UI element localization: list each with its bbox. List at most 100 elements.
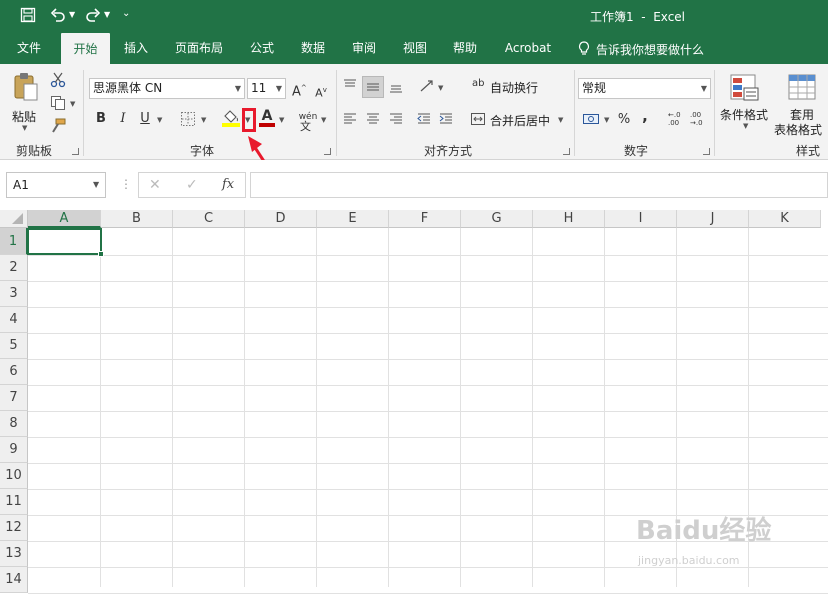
paste-button[interactable]: 粘贴 ▼	[8, 70, 44, 132]
column-header-b[interactable]: B	[101, 210, 173, 228]
align-middle-icon[interactable]	[362, 76, 384, 98]
name-box[interactable]: A1 ▼	[6, 172, 106, 198]
align-top-icon[interactable]	[342, 78, 358, 94]
redo-icon[interactable]	[85, 7, 101, 23]
increase-indent-icon[interactable]	[438, 111, 454, 127]
tab-review[interactable]: 审阅	[344, 32, 384, 64]
phonetic-guide-icon[interactable]: wén 文	[298, 108, 318, 133]
align-bottom-icon[interactable]	[388, 78, 404, 94]
align-left-icon[interactable]	[342, 111, 358, 127]
row-header-13[interactable]: 13	[0, 541, 28, 567]
orientation-icon[interactable]	[418, 78, 436, 94]
column-header-e[interactable]: E	[317, 210, 389, 228]
selected-cell-a1[interactable]	[27, 228, 102, 255]
tab-view[interactable]: 视图	[396, 32, 434, 64]
grow-font-icon[interactable]: A^	[292, 80, 307, 100]
column-header-d[interactable]: D	[245, 210, 317, 228]
row-header-3[interactable]: 3	[0, 281, 28, 307]
comma-style-button[interactable]: ,	[640, 108, 650, 124]
undo-dropdown-icon[interactable]: ▼	[69, 10, 75, 19]
column-header-j[interactable]: J	[677, 210, 749, 228]
format-as-table-button[interactable]: 套用 表格格式	[774, 72, 828, 138]
row-header-6[interactable]: 6	[0, 359, 28, 385]
select-all-corner[interactable]	[0, 210, 28, 228]
row-header-14[interactable]: 14	[0, 567, 28, 593]
cut-icon[interactable]	[50, 72, 66, 88]
row-header-4[interactable]: 4	[0, 307, 28, 333]
formula-input[interactable]	[250, 172, 828, 198]
font-color-icon[interactable]: A	[259, 108, 275, 128]
insert-function-icon[interactable]: fx	[222, 177, 234, 192]
alignment-dialog-launcher[interactable]	[563, 148, 570, 155]
cancel-icon[interactable]: ✕	[149, 177, 161, 193]
accounting-format-icon[interactable]	[582, 111, 600, 127]
row-header-8[interactable]: 8	[0, 411, 28, 437]
worksheet-grid[interactable]: ABCDEFGHIJK 1 2 3 4 5 6 7 8 9 10 11 12 13 14 Baidu经验 …	[0, 210, 828, 594]
tab-acrobat[interactable]: Acrobat	[498, 32, 558, 64]
tab-insert[interactable]: 插入	[116, 32, 156, 64]
wrap-text-label[interactable]: 自动换行	[490, 79, 538, 96]
row-header-7[interactable]: 7	[0, 385, 28, 411]
column-header-i[interactable]: I	[605, 210, 677, 228]
column-header-h[interactable]: H	[533, 210, 605, 228]
row-header-11[interactable]: 11	[0, 489, 28, 515]
tab-file[interactable]: 文件	[8, 32, 50, 64]
font-color-dropdown-icon[interactable]: ▼	[279, 116, 284, 124]
row-header-10[interactable]: 10	[0, 463, 28, 489]
accounting-dropdown-icon[interactable]: ▼	[604, 116, 609, 124]
enter-icon[interactable]: ✓	[186, 177, 198, 193]
align-center-icon[interactable]	[365, 111, 381, 127]
number-dialog-launcher[interactable]	[703, 148, 710, 155]
format-painter-icon[interactable]	[50, 118, 66, 134]
decrease-indent-icon[interactable]	[416, 111, 432, 127]
save-icon[interactable]	[20, 7, 36, 23]
undo-icon[interactable]	[50, 7, 66, 23]
percent-style-button[interactable]: %	[617, 112, 631, 128]
font-dialog-launcher[interactable]	[324, 148, 331, 155]
copy-icon[interactable]	[50, 95, 66, 111]
redo-dropdown-icon[interactable]: ▼	[104, 10, 110, 19]
column-header-c[interactable]: C	[173, 210, 245, 228]
merge-dropdown-icon[interactable]: ▼	[558, 116, 563, 124]
row-header-5[interactable]: 5	[0, 333, 28, 359]
column-header-f[interactable]: F	[389, 210, 461, 228]
row-header-2[interactable]: 2	[0, 255, 28, 281]
row-header-1[interactable]: 1	[0, 228, 28, 255]
shrink-font-icon[interactable]: Av	[314, 82, 328, 102]
font-name-combo[interactable]: 思源黑体 CN ▼	[89, 78, 245, 99]
underline-button[interactable]: U	[138, 111, 152, 127]
merge-center-label[interactable]: 合并后居中	[490, 112, 550, 129]
wrap-text-icon[interactable]: ab	[472, 78, 486, 94]
borders-dropdown-icon[interactable]: ▼	[201, 116, 206, 124]
fill-color-icon[interactable]	[222, 108, 240, 128]
tab-data[interactable]: 数据	[293, 32, 333, 64]
column-header-g[interactable]: G	[461, 210, 533, 228]
borders-icon[interactable]	[180, 111, 196, 127]
merge-center-icon[interactable]	[470, 111, 486, 127]
column-header-k[interactable]: K	[749, 210, 821, 228]
clipboard-dialog-launcher[interactable]	[72, 148, 79, 155]
copy-dropdown-icon[interactable]: ▼	[70, 100, 75, 108]
number-format-combo[interactable]: 常规 ▼	[578, 78, 711, 99]
row-header-12[interactable]: 12	[0, 515, 28, 541]
conditional-formatting-button[interactable]: 条件格式 ▼	[718, 72, 772, 138]
conditional-formatting-label: 条件格式	[720, 108, 769, 122]
tell-me-search[interactable]: 告诉我你想要做什么	[596, 41, 704, 58]
decrease-decimal-icon[interactable]: .00 →.0	[690, 111, 708, 129]
font-size-combo[interactable]: 11 ▼	[247, 78, 286, 99]
row-header-9[interactable]: 9	[0, 437, 28, 463]
column-header-a[interactable]: A	[28, 210, 101, 228]
tab-page-layout[interactable]: 页面布局	[168, 32, 230, 64]
orientation-dropdown-icon[interactable]: ▼	[438, 84, 443, 92]
bold-button[interactable]: B	[94, 111, 108, 127]
tab-formulas[interactable]: 公式	[243, 32, 281, 64]
phonetic-dropdown-icon[interactable]: ▼	[321, 116, 326, 124]
tab-home[interactable]: 开始	[61, 33, 110, 64]
italic-button[interactable]: I	[116, 111, 130, 127]
underline-dropdown-icon[interactable]: ▼	[157, 116, 162, 124]
fill-handle[interactable]	[98, 251, 104, 257]
align-right-icon[interactable]	[388, 111, 404, 127]
increase-decimal-icon[interactable]: ←.0.00	[668, 111, 686, 129]
customize-qat-icon[interactable]: ⌄	[122, 8, 130, 19]
tab-help[interactable]: 帮助	[446, 32, 484, 64]
